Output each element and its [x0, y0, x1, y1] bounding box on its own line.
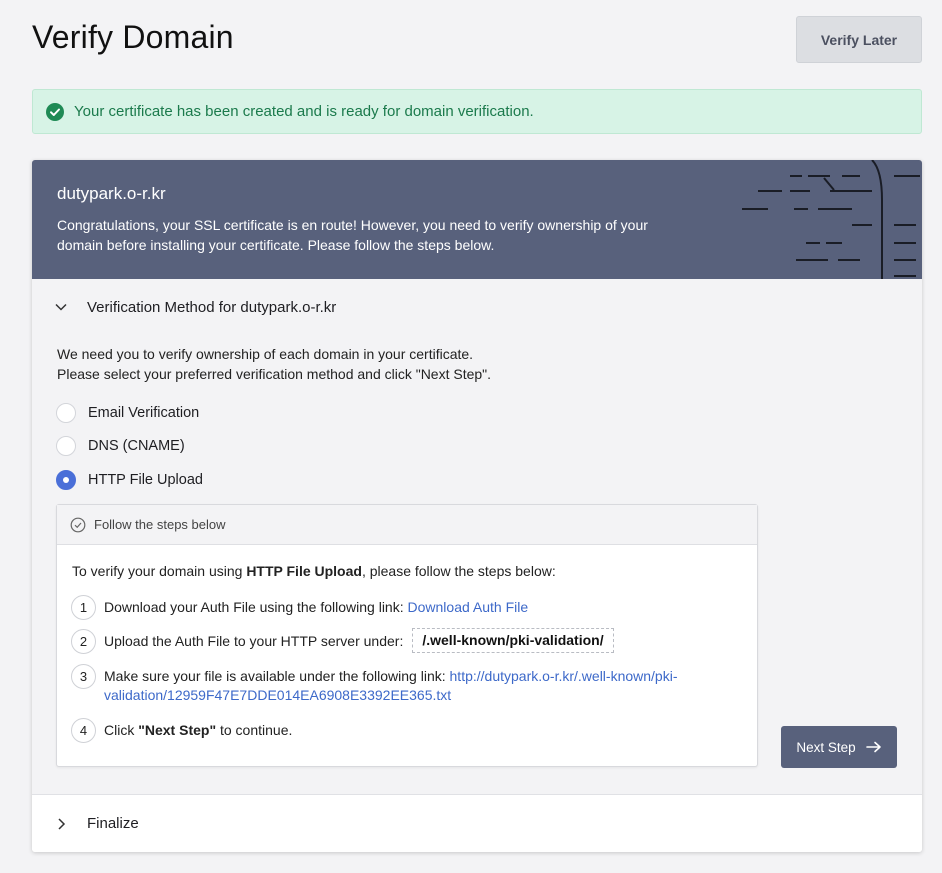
arrow-right-icon: [865, 741, 881, 753]
finalize-title: Finalize: [87, 815, 139, 832]
validation-url-link[interactable]: http://dutypark.o-r.kr/.well-known/pki-: [450, 668, 678, 684]
download-auth-file-link[interactable]: Download Auth File: [408, 599, 529, 615]
option-http-file-upload[interactable]: HTTP File Upload: [56, 470, 203, 490]
check-circle-outline-icon: [70, 517, 86, 532]
radio-dns[interactable]: [56, 436, 76, 456]
step-number: 2: [71, 629, 96, 654]
step-text: Make sure your file is available under t…: [104, 668, 450, 684]
steps-intro-suffix: , please follow the steps below:: [361, 563, 556, 579]
step-number: 1: [71, 595, 96, 620]
next-step-label: Next Step: [796, 739, 856, 755]
step-1: 1 Download your Auth File using the foll…: [71, 595, 529, 620]
banner-domain: dutypark.o-r.kr: [57, 184, 166, 203]
option-label: Email Verification: [88, 405, 200, 421]
chevron-down-icon: [55, 303, 67, 311]
steps-intro-method: HTTP File Upload: [246, 563, 362, 579]
chevron-right-icon: [58, 817, 66, 830]
step-2: 2 Upload the Auth File to your HTTP serv…: [71, 628, 614, 654]
next-step-button[interactable]: Next Step: [781, 726, 897, 768]
radio-email[interactable]: [56, 403, 76, 423]
radio-http[interactable]: [56, 470, 76, 490]
verify-later-button[interactable]: Verify Later: [796, 16, 922, 63]
success-alert: Your certificate has been created and is…: [32, 89, 922, 134]
step-3: 3 Make sure your file is available under…: [71, 664, 734, 705]
step-4: 4 Click "Next Step" to continue.: [71, 718, 293, 743]
step-number: 3: [71, 664, 96, 689]
intro-line-2: Please select your preferred verificatio…: [57, 366, 492, 382]
step-text: Click: [104, 722, 139, 738]
verification-intro: We need you to verify ownership of each …: [57, 344, 491, 384]
alert-message: Your certificate has been created and is…: [74, 103, 534, 120]
step-text: Download your Auth File using the follow…: [104, 599, 408, 615]
steps-panel: Follow the steps below To verify your do…: [56, 504, 758, 767]
validation-url-link-cont[interactable]: validation/12959F47E7DDE014EA6908E3392EE…: [104, 687, 451, 703]
option-label: HTTP File Upload: [88, 472, 203, 488]
steps-intro: To verify your domain using HTTP File Up…: [72, 563, 556, 579]
option-label: DNS (CNAME): [88, 438, 185, 454]
step-text-bold: "Next Step": [138, 722, 217, 738]
page-title: Verify Domain: [32, 19, 234, 55]
verification-card: dutypark.o-r.kr Congratulations, your SS…: [32, 160, 922, 852]
verification-method-title: Verification Method for dutypark.o-r.kr: [87, 298, 337, 316]
check-circle-icon: [46, 102, 64, 121]
finalize-header[interactable]: Finalize: [32, 794, 922, 852]
option-dns-cname[interactable]: DNS (CNAME): [56, 436, 185, 456]
domain-banner: dutypark.o-r.kr Congratulations, your SS…: [32, 160, 922, 279]
steps-intro-prefix: To verify your domain using: [72, 563, 247, 579]
banner-decoration-icon: [742, 160, 920, 279]
verification-method-header[interactable]: Verification Method for dutypark.o-r.kr: [32, 279, 922, 335]
step-number: 4: [71, 718, 96, 743]
banner-message: Congratulations, your SSL certificate is…: [57, 217, 648, 253]
option-email-verification[interactable]: Email Verification: [56, 403, 199, 423]
steps-header-label: Follow the steps below: [94, 517, 226, 532]
step-text-suffix: to continue.: [216, 722, 293, 738]
validation-path[interactable]: /.well-known/pki-validation/: [412, 628, 614, 653]
intro-line-1: We need you to verify ownership of each …: [57, 346, 474, 362]
steps-header: Follow the steps below: [57, 505, 757, 545]
step-text: Upload the Auth File to your HTTP server…: [104, 633, 404, 649]
